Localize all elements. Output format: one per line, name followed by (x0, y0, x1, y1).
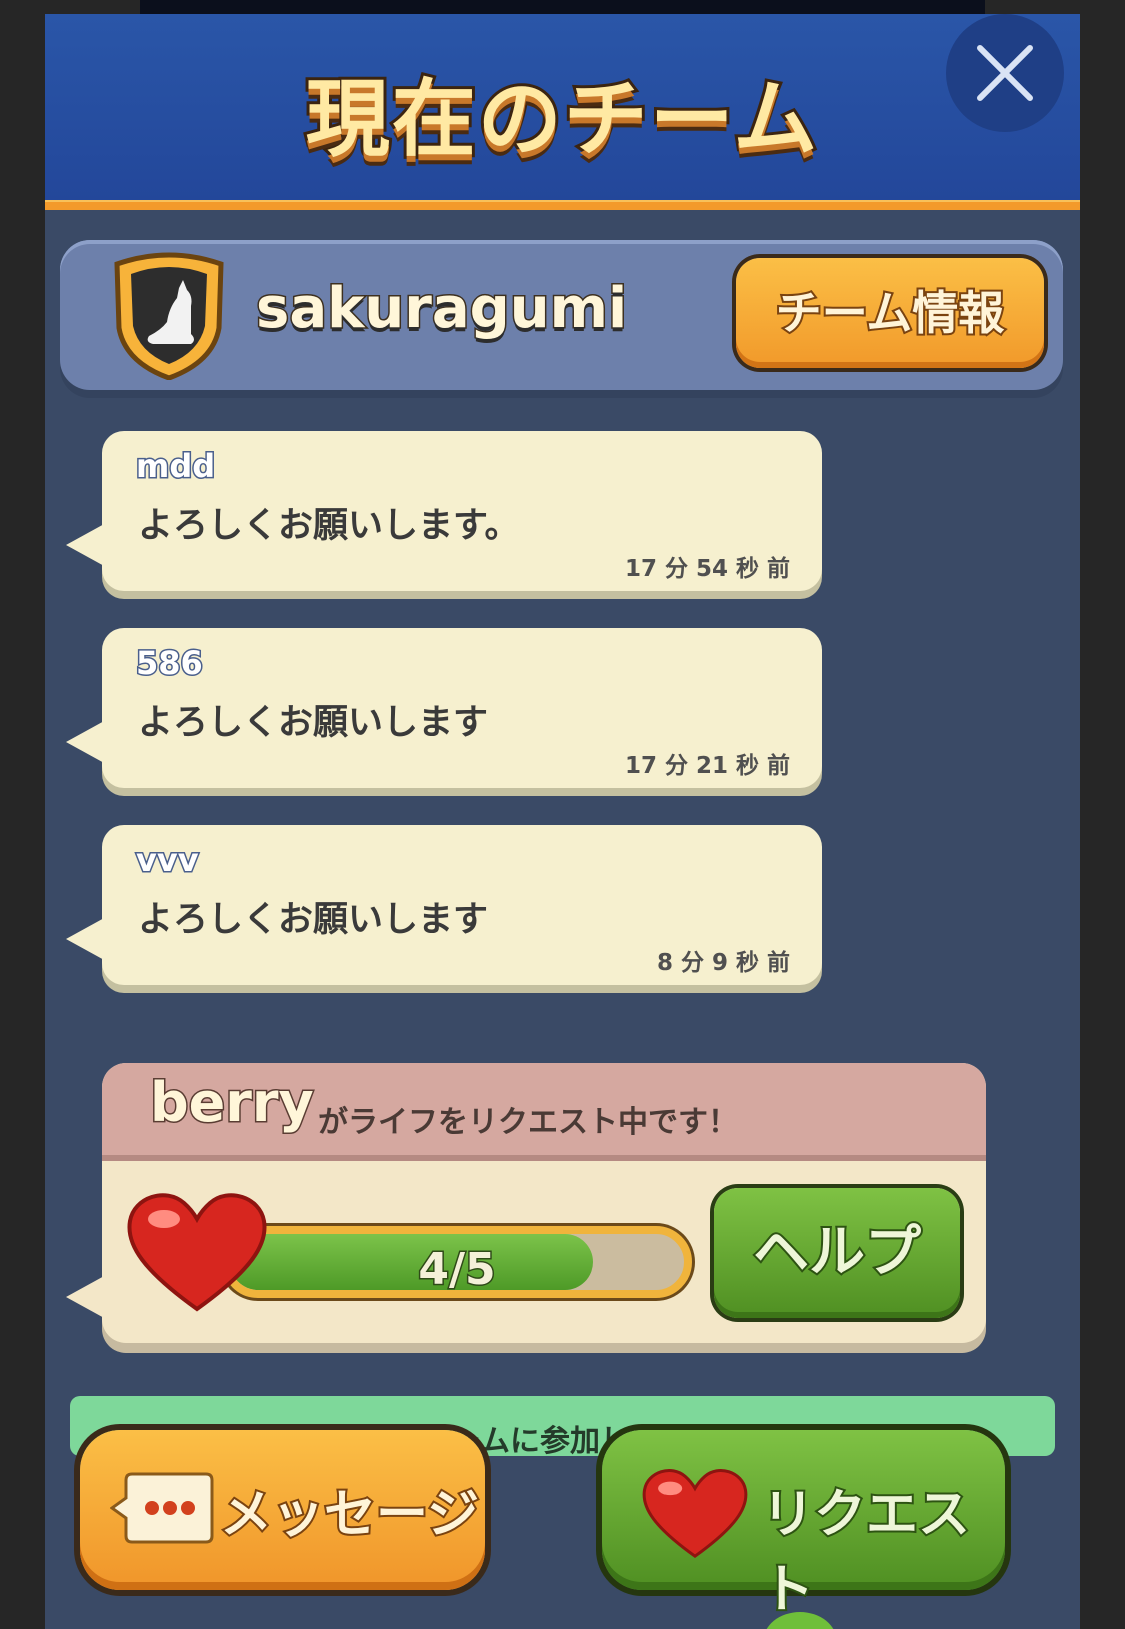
request-text: がライフをリクエスト中です！ (318, 1105, 738, 1140)
team-name: sakuragumi (254, 275, 628, 343)
chat-message: mdd よろしくお願いします。 17 分 54 秒 前 (66, 431, 822, 591)
life-progress-bar: 4/5 (222, 1226, 692, 1298)
life-request-card: berry がライフをリクエスト中です！ 4/5 ヘルプ (66, 1063, 986, 1343)
progress-label: 4/5 (417, 1243, 497, 1295)
chat-bubble-icon (110, 1472, 214, 1544)
message-author: mdd (134, 446, 216, 487)
panel-header: 現在のチーム (45, 14, 1080, 200)
heart-icon (127, 1193, 267, 1312)
request-button-label: リクエスト (760, 1483, 972, 1622)
page-title: 現在のチーム (303, 67, 820, 171)
message-time: 17 分 21 秒 前 (624, 753, 790, 779)
message-time: 17 分 54 秒 前 (624, 556, 790, 582)
bubble-tail (66, 1275, 106, 1319)
message-author: vvv (135, 840, 201, 881)
header-divider (45, 200, 1080, 210)
cat-shield-icon (114, 252, 224, 380)
close-button[interactable] (946, 14, 1064, 132)
life-request-header: berry がライフをリクエスト中です！ (102, 1063, 986, 1161)
message-button[interactable]: メッセージ (80, 1430, 485, 1590)
chat-message: vvv よろしくお願いします 8 分 9 秒 前 (66, 825, 822, 985)
request-user: berry (149, 1070, 316, 1136)
message-text: よろしくお願いします (138, 703, 489, 743)
message-text: よろしくお願いします。 (138, 506, 520, 546)
message-time: 8 分 9 秒 前 (656, 950, 790, 976)
top-dark-strip (140, 0, 985, 14)
message-text: よろしくお願いします (138, 900, 489, 940)
close-icon (977, 45, 1033, 101)
message-button-label: メッセージ (218, 1483, 481, 1547)
chat-message: 586 よろしくお願いします 17 分 21 秒 前 (66, 628, 822, 788)
heart-icon (642, 1469, 748, 1559)
bubble-tail (66, 917, 106, 961)
bubble-tail (66, 720, 106, 764)
bubble-tail (66, 523, 106, 567)
team-info-button[interactable]: チーム情報 (736, 258, 1044, 368)
message-author: 586 (135, 643, 205, 684)
request-button[interactable]: リクエスト (602, 1430, 1005, 1622)
help-button[interactable]: ヘルプ (714, 1188, 960, 1318)
team-card: sakuragumi チーム情報 (60, 240, 1063, 390)
team-panel: 現在のチーム sakuragumi チーム情報 mdd よろしくお願いします。 … (45, 14, 1080, 1629)
